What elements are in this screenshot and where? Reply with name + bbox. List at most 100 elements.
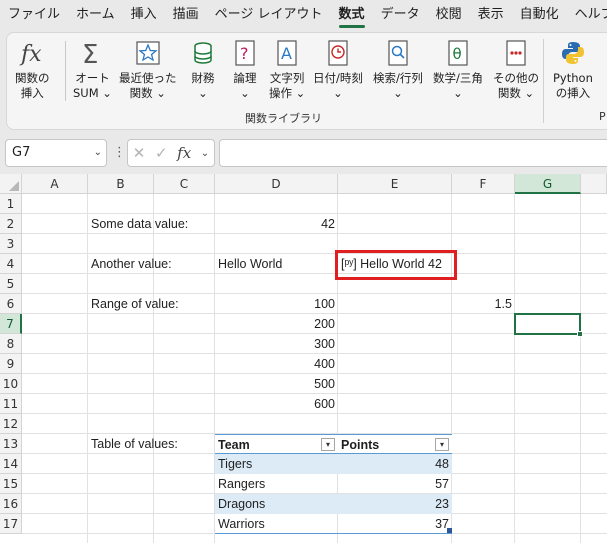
- row-header-14[interactable]: 14: [0, 454, 22, 474]
- table-cell-points[interactable]: 57: [338, 474, 452, 494]
- cell-b6[interactable]: Range of value:: [88, 294, 179, 314]
- enter-icon[interactable]: ✓: [155, 144, 168, 162]
- cell-d6[interactable]: 100: [215, 294, 338, 314]
- more-functions-button[interactable]: その他の 関数 ⌄: [493, 37, 539, 101]
- row-header-7[interactable]: 7: [0, 314, 22, 334]
- menu-view[interactable]: 表示: [470, 0, 512, 30]
- cell-d7[interactable]: 200: [215, 314, 338, 334]
- autosum-label-2: SUM ⌄: [73, 86, 112, 100]
- cancel-icon[interactable]: ✕: [133, 144, 146, 162]
- cell-b4[interactable]: Another value:: [88, 254, 172, 274]
- menu-home[interactable]: ホーム: [68, 0, 123, 30]
- fx-chevron-down-icon[interactable]: ⌄: [201, 148, 209, 159]
- column-header-d[interactable]: D: [215, 174, 338, 194]
- autosum-button[interactable]: Σ オート SUM ⌄: [73, 37, 112, 101]
- row-header-10[interactable]: 10: [0, 374, 22, 394]
- financial-button[interactable]: 財務 ⌄: [187, 37, 219, 101]
- filter-dropdown-icon[interactable]: ▾: [435, 438, 449, 451]
- row-header-5[interactable]: 5: [0, 274, 22, 294]
- menu-automate[interactable]: 自動化: [512, 0, 567, 30]
- magnifier-icon: [382, 37, 414, 69]
- menu-help[interactable]: ヘルプ: [567, 0, 607, 30]
- formula-input[interactable]: [219, 139, 607, 167]
- active-cell-g7[interactable]: [514, 313, 581, 335]
- column-header-f[interactable]: F: [452, 174, 515, 194]
- row-header-6[interactable]: 6: [0, 294, 22, 314]
- cell-b2[interactable]: Some data value:: [88, 214, 188, 234]
- cell-d4[interactable]: Hello World: [215, 254, 282, 274]
- fx-icon: fx: [16, 37, 48, 69]
- financial-label-1: 財務: [191, 71, 215, 85]
- table-cell-points[interactable]: 37: [338, 514, 452, 534]
- table-header-points[interactable]: Points ▾: [338, 434, 452, 454]
- row-header-4[interactable]: 4: [0, 254, 22, 274]
- row-header-13[interactable]: 13: [0, 434, 22, 454]
- row-header-2[interactable]: 2: [0, 214, 22, 234]
- table-header-team[interactable]: Team ▾: [215, 434, 338, 454]
- column-header-a[interactable]: A: [22, 174, 88, 194]
- financial-label-2: ⌄: [198, 86, 208, 100]
- logical-button[interactable]: ? 論理 ⌄: [229, 37, 261, 101]
- column-header-c[interactable]: C: [154, 174, 215, 194]
- fill-handle[interactable]: [577, 331, 583, 337]
- table-cell-points[interactable]: 23: [338, 494, 452, 514]
- cell-d9[interactable]: 400: [215, 354, 338, 374]
- name-box[interactable]: G7 ⌄: [5, 139, 107, 167]
- cell-d11[interactable]: 600: [215, 394, 338, 414]
- spreadsheet-grid: A B C D E F G 1 2 3 4 5 6 7 8 9 10 11 12…: [0, 174, 607, 543]
- column-header-h-partial[interactable]: [581, 174, 607, 194]
- menu-bar: ファイル ホーム 挿入 描画 ページ レイアウト 数式 データ 校閲 表示 自動…: [0, 0, 607, 30]
- menu-draw[interactable]: 描画: [165, 0, 207, 30]
- text-functions-button[interactable]: A 文字列 操作 ⌄: [269, 37, 305, 101]
- insert-python-label-1: Python: [553, 71, 593, 85]
- table-cell-points[interactable]: 48: [338, 454, 452, 474]
- table-cell-team[interactable]: Rangers: [215, 474, 265, 494]
- table-resize-handle[interactable]: [447, 528, 452, 533]
- cell-d10[interactable]: 500: [215, 374, 338, 394]
- question-icon: ?: [229, 37, 261, 69]
- row-header-3[interactable]: 3: [0, 234, 22, 254]
- recently-used-label-1: 最近使った: [119, 71, 177, 85]
- select-all-corner[interactable]: [0, 174, 22, 194]
- svg-text:A: A: [281, 44, 292, 63]
- formula-bar-grip-icon[interactable]: ⋮: [113, 145, 126, 160]
- menu-data[interactable]: データ: [373, 0, 428, 30]
- insert-function-button[interactable]: fx 関数の 挿入: [15, 37, 50, 101]
- lookup-button[interactable]: 検索/行列 ⌄: [373, 37, 423, 101]
- table-cell-team[interactable]: Tigers: [215, 454, 252, 474]
- ribbon-group-separator: [543, 39, 544, 123]
- name-box-value: G7: [12, 145, 31, 160]
- insert-function-icon[interactable]: fx: [177, 144, 191, 162]
- row-header-17[interactable]: 17: [0, 514, 22, 534]
- cell-f6[interactable]: 1.5: [452, 294, 515, 314]
- text-functions-label-1: 文字列: [269, 71, 305, 85]
- table-cell-team[interactable]: Warriors: [215, 514, 265, 534]
- column-header-b[interactable]: B: [88, 174, 154, 194]
- insert-python-button[interactable]: Python の挿入: [553, 37, 593, 101]
- column-header-e[interactable]: E: [338, 174, 452, 194]
- row-header-1[interactable]: 1: [0, 194, 22, 214]
- menu-insert[interactable]: 挿入: [123, 0, 165, 30]
- filter-dropdown-icon[interactable]: ▾: [321, 438, 335, 451]
- datetime-button[interactable]: 日付/時刻 ⌄: [313, 37, 363, 101]
- chevron-down-icon[interactable]: ⌄: [94, 140, 102, 166]
- autosum-label-1: オート: [75, 71, 110, 85]
- cell-b13[interactable]: Table of values:: [88, 434, 178, 454]
- table-cell-team[interactable]: Dragons: [215, 494, 265, 514]
- row-header-16[interactable]: 16: [0, 494, 22, 514]
- math-trig-button[interactable]: θ 数学/三角 ⌄: [433, 37, 483, 101]
- row-header-9[interactable]: 9: [0, 354, 22, 374]
- menu-review[interactable]: 校閲: [428, 0, 470, 30]
- row-header-12[interactable]: 12: [0, 414, 22, 434]
- column-header-g[interactable]: G: [515, 174, 581, 194]
- row-header-8[interactable]: 8: [0, 334, 22, 354]
- cell-d8[interactable]: 300: [215, 334, 338, 354]
- ribbon-separator: [65, 41, 66, 101]
- menu-file[interactable]: ファイル: [0, 0, 68, 30]
- cell-d2[interactable]: 42: [215, 214, 338, 234]
- recently-used-button[interactable]: 最近使った 関数 ⌄: [119, 37, 177, 101]
- row-header-11[interactable]: 11: [0, 394, 22, 414]
- menu-formulas[interactable]: 数式: [331, 0, 373, 30]
- menu-page-layout[interactable]: ページ レイアウト: [207, 0, 331, 30]
- row-header-15[interactable]: 15: [0, 474, 22, 494]
